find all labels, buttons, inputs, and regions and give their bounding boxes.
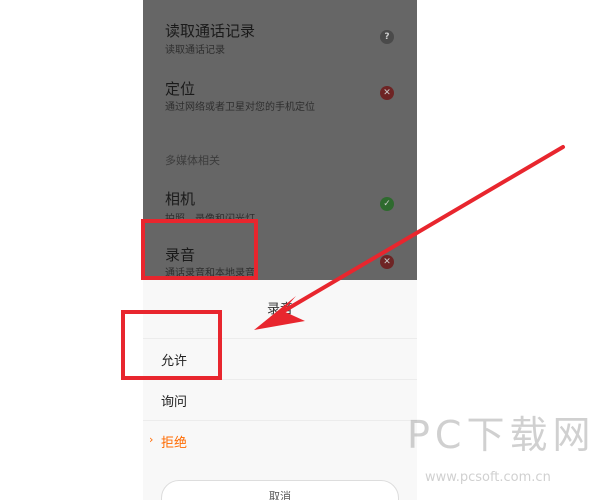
screenshot-stage: 读取通话记录 读取通话记录 ? 定位 通过网络或者卫星对您的手机定位 ✕ 多媒体… — [0, 0, 600, 500]
red-arrow-annotation — [254, 145, 565, 330]
